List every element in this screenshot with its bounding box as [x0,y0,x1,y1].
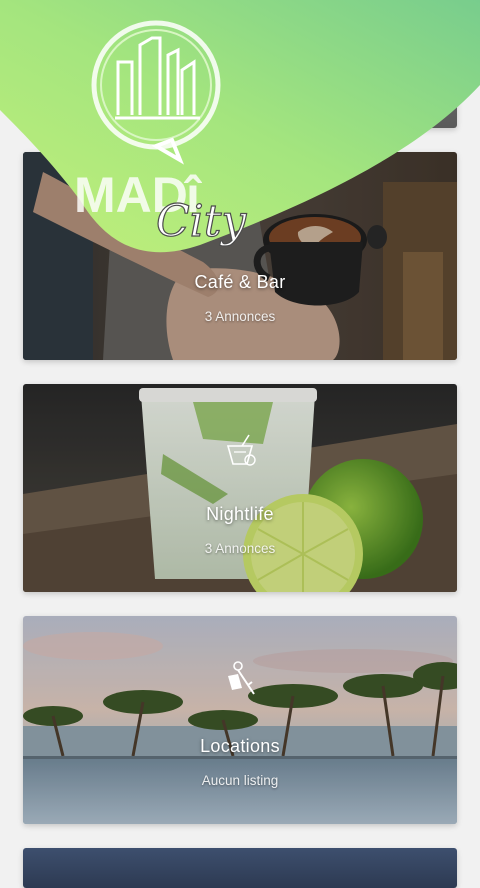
card-overlay [23,384,457,592]
category-card-locations[interactable]: Locations Aucun listing [23,616,457,824]
category-title: Locations [200,736,280,756]
category-count: 3 Annonces [204,309,276,324]
app-logo[interactable]: MAD î City [60,0,280,250]
category-card-nightlife[interactable]: Nightlife 3 Annonces [23,384,457,592]
category-count: Aucun listing [201,773,279,788]
category-title: Café & Bar [194,272,286,292]
card-background [23,848,457,888]
category-title: Nightlife [206,504,274,524]
key-tag-icon [228,661,255,695]
category-card-partial[interactable] [23,848,457,888]
cocktail-icon [226,434,256,466]
category-count: 3 Annonces [204,541,276,556]
card-overlay [23,616,457,824]
svg-text:City: City [156,196,247,247]
